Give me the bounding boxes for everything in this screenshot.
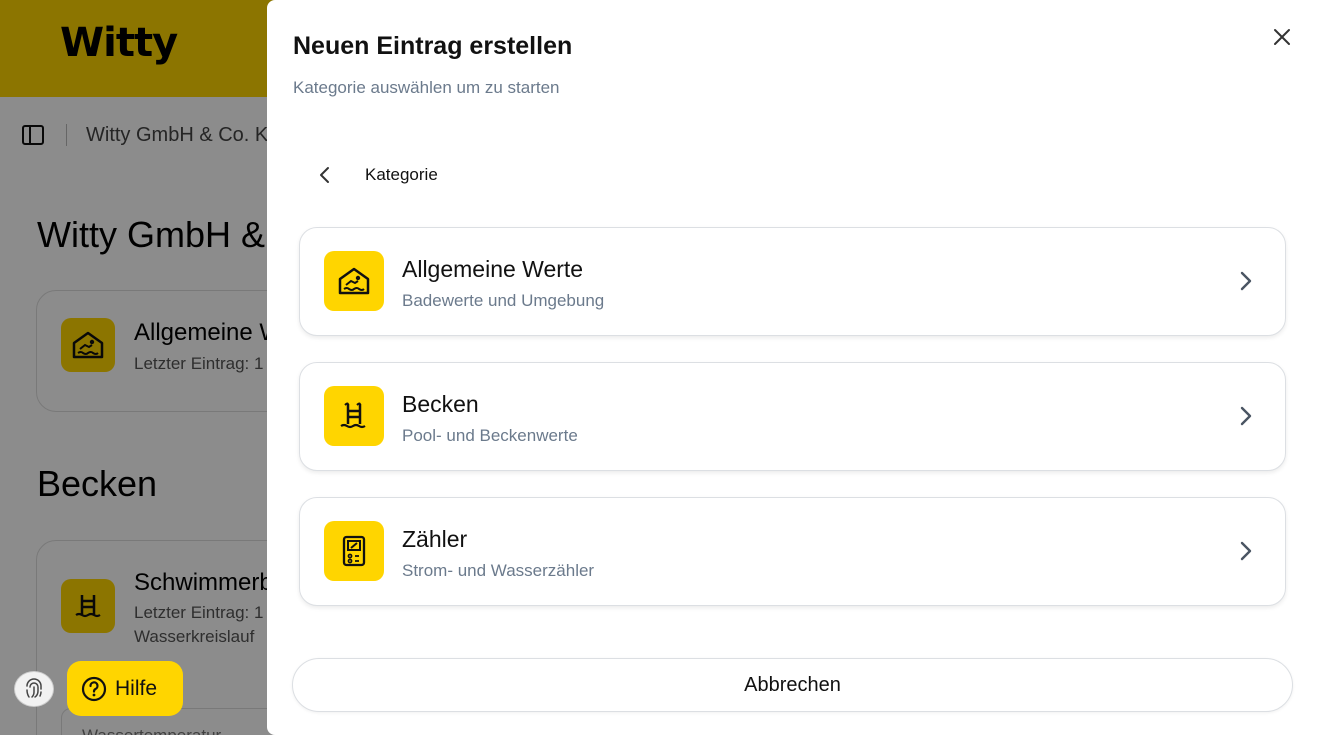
fingerprint-button[interactable] xyxy=(14,671,54,707)
close-icon xyxy=(1274,29,1290,45)
meter-icon xyxy=(324,521,384,581)
category-allgemeine-werte[interactable]: Allgemeine Werte Badewerte und Umgebung xyxy=(299,227,1286,336)
fingerprint-icon xyxy=(26,678,42,698)
chevron-right-icon xyxy=(1235,405,1257,427)
category-subtitle: Pool- und Beckenwerte xyxy=(402,426,578,445)
question-circle-icon xyxy=(81,676,107,701)
cancel-label: Abbrechen xyxy=(744,673,841,696)
help-label: Hilfe xyxy=(115,676,158,700)
chevron-right-icon xyxy=(1235,270,1257,292)
category-subtitle: Badewerte und Umgebung xyxy=(402,291,605,310)
close-button[interactable] xyxy=(1270,25,1294,49)
cancel-button[interactable]: Abbrechen xyxy=(292,658,1293,712)
category-subtitle: Strom- und Wasserzähler xyxy=(402,561,595,580)
category-title: Allgemeine Werte xyxy=(402,256,584,282)
category-title: Zähler xyxy=(402,526,468,552)
back-button[interactable] xyxy=(312,162,338,188)
category-becken[interactable]: Becken Pool- und Beckenwerte xyxy=(299,362,1286,471)
new-entry-drawer: Neuen Eintrag erstellen Kategorie auswäh… xyxy=(267,0,1317,735)
chevron-left-icon xyxy=(320,167,329,183)
drawer-title: Neuen Eintrag erstellen xyxy=(293,32,573,60)
drawer-breadcrumb: Kategorie xyxy=(365,165,438,184)
category-title: Becken xyxy=(402,391,479,417)
help-button[interactable]: Hilfe xyxy=(67,661,183,716)
pool-ladder-icon xyxy=(324,386,384,446)
category-zaehler[interactable]: Zähler Strom- und Wasserzähler xyxy=(299,497,1286,606)
pool-house-icon xyxy=(324,251,384,311)
drawer-subtitle: Kategorie auswählen um zu starten xyxy=(293,78,560,97)
chevron-right-icon xyxy=(1235,540,1257,562)
